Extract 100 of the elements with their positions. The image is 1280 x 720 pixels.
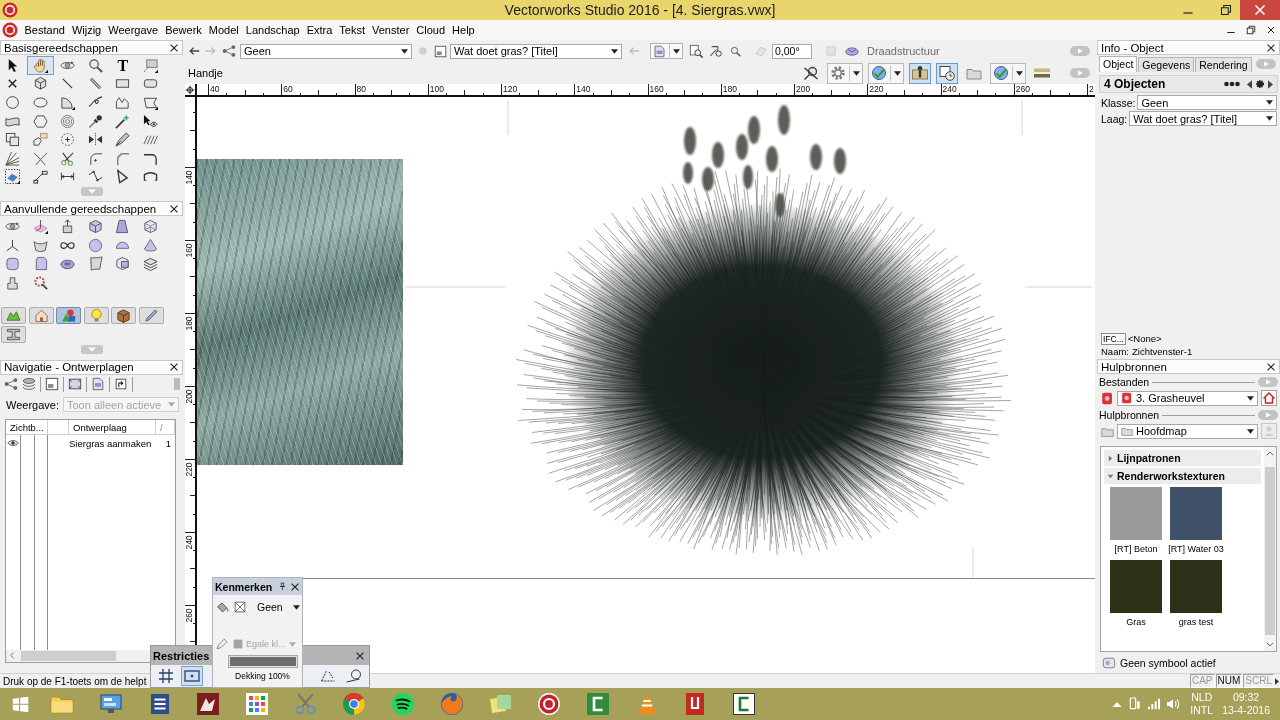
globe-swirl-icon[interactable] bbox=[439, 692, 464, 716]
polyline-icon[interactable] bbox=[115, 95, 131, 110]
restore-icon[interactable] bbox=[1246, 25, 1256, 35]
close-icon[interactable] bbox=[1266, 25, 1276, 35]
bent-surface-icon[interactable] bbox=[87, 256, 103, 272]
dots-icon[interactable] bbox=[1224, 81, 1240, 87]
nodes-icon[interactable] bbox=[222, 44, 236, 58]
previous-arrow-icon[interactable] bbox=[1247, 79, 1252, 89]
segmented-circle-icon[interactable] bbox=[342, 692, 367, 716]
jagged-tile-icon[interactable] bbox=[196, 692, 221, 716]
cube-icon[interactable] bbox=[32, 76, 48, 92]
texture-swatch[interactable] bbox=[1110, 560, 1162, 613]
magnifier-icon[interactable] bbox=[87, 57, 103, 73]
shapes-icon[interactable] bbox=[56, 306, 82, 324]
box-point-icon[interactable] bbox=[181, 666, 203, 686]
property-dropdown[interactable]: Geen bbox=[1137, 95, 1277, 110]
hexagon-icon[interactable] bbox=[32, 113, 48, 129]
app-grid-icon[interactable] bbox=[245, 692, 270, 716]
crate-icon[interactable] bbox=[111, 306, 137, 324]
pointer-eye-icon[interactable] bbox=[142, 113, 158, 129]
angle-field[interactable]: 0,00° bbox=[772, 43, 812, 59]
rounded-box-icon[interactable] bbox=[5, 256, 21, 272]
eyedropper-icon[interactable] bbox=[87, 113, 103, 129]
dot-icon[interactable] bbox=[418, 46, 428, 56]
ring-logo-icon[interactable] bbox=[537, 692, 562, 716]
close-icon[interactable] bbox=[1266, 361, 1276, 372]
next-arrow-icon[interactable] bbox=[1268, 79, 1273, 89]
menu-item[interactable]: Extra bbox=[303, 24, 336, 36]
scrollbar[interactable] bbox=[1264, 447, 1276, 651]
frame-icon[interactable] bbox=[68, 377, 82, 392]
tab[interactable]: Gegevens bbox=[1138, 57, 1195, 72]
menu-item[interactable]: Tekst bbox=[335, 24, 369, 36]
marquee-icon[interactable] bbox=[142, 57, 158, 73]
scissors-icon[interactable] bbox=[60, 150, 76, 166]
gear-magnifier-icon[interactable] bbox=[32, 274, 48, 290]
monitor-icon[interactable] bbox=[99, 692, 124, 716]
mirrored-triangles-icon[interactable] bbox=[87, 132, 103, 148]
sheet-menu-button[interactable] bbox=[650, 43, 683, 59]
nodes-icon[interactable] bbox=[4, 377, 18, 392]
fill-dropdown[interactable]: Geen bbox=[257, 601, 300, 613]
scroll-thumb[interactable] bbox=[1265, 467, 1275, 635]
menu-item[interactable]: Landschap bbox=[242, 24, 304, 36]
pin-icon[interactable] bbox=[278, 582, 287, 591]
group-header[interactable]: Lijnpatronen bbox=[1104, 450, 1261, 466]
magic-wand-icon[interactable] bbox=[115, 113, 131, 129]
folder-dropdown[interactable]: Hoofdmap bbox=[1117, 423, 1258, 439]
speaker-icon[interactable] bbox=[1165, 696, 1182, 712]
close-icon[interactable] bbox=[169, 203, 179, 214]
pencil-icon[interactable] bbox=[216, 638, 228, 650]
texture-swatch[interactable] bbox=[1170, 487, 1222, 540]
dimension-line-icon[interactable] bbox=[32, 169, 48, 185]
cut-cube-icon[interactable] bbox=[115, 256, 131, 272]
texture-swatch[interactable] bbox=[1110, 487, 1162, 540]
triangle-icon[interactable] bbox=[115, 169, 131, 185]
menu-item[interactable]: Bestand bbox=[21, 24, 69, 36]
column-header[interactable]: Ontwerplaag bbox=[69, 419, 156, 434]
magnifier-icon[interactable] bbox=[730, 45, 741, 57]
overlap-squares-icon[interactable] bbox=[5, 132, 21, 148]
column-header[interactable]: / bbox=[156, 419, 175, 434]
menu-item[interactable]: Venster bbox=[368, 24, 413, 36]
toolbar-button[interactable] bbox=[868, 62, 904, 84]
eraser-icon[interactable] bbox=[5, 169, 21, 185]
toolbar-button[interactable] bbox=[990, 62, 1026, 84]
bracket-tile-icon[interactable] bbox=[585, 692, 610, 716]
stamp-icon[interactable] bbox=[5, 274, 21, 290]
windows-icon[interactable] bbox=[12, 695, 29, 713]
group-header[interactable]: Renderworkstexturen bbox=[1104, 468, 1261, 484]
close-icon[interactable] bbox=[169, 42, 179, 53]
polygon-icon[interactable] bbox=[142, 95, 158, 110]
class-dropdown[interactable]: Geen bbox=[240, 43, 412, 59]
menu-item[interactable]: Help bbox=[448, 24, 479, 36]
close-icon[interactable] bbox=[355, 650, 365, 661]
scroll-left-icon[interactable] bbox=[8, 651, 17, 661]
signal-icon[interactable] bbox=[1146, 696, 1163, 712]
paint-bucket-icon[interactable] bbox=[216, 600, 229, 614]
freehand-icon[interactable] bbox=[87, 95, 103, 110]
arc-corner-icon[interactable] bbox=[87, 150, 103, 166]
layer-dropdown[interactable]: Wat doet gras? [Titel] bbox=[450, 43, 622, 59]
close-icon[interactable] bbox=[290, 581, 300, 592]
pentagon-square-icon[interactable] bbox=[32, 132, 48, 148]
scroll-up-icon[interactable] bbox=[1265, 449, 1275, 459]
restore-icon[interactable] bbox=[1220, 4, 1232, 16]
toolbar-button[interactable] bbox=[909, 62, 931, 84]
sphere-icon[interactable] bbox=[87, 237, 103, 253]
property-dropdown[interactable]: Wat doet gras? [Titel] bbox=[1129, 111, 1277, 126]
fan-lines-icon[interactable] bbox=[5, 150, 21, 166]
tab[interactable]: Rendering bbox=[1195, 57, 1252, 72]
zoom-page-icon[interactable] bbox=[689, 44, 703, 58]
back-arrow-icon[interactable] bbox=[188, 45, 200, 57]
stacked-layers-icon[interactable] bbox=[142, 256, 158, 272]
close-icon[interactable] bbox=[169, 362, 179, 373]
oval-icon[interactable] bbox=[32, 95, 48, 110]
dashed-circle-icon[interactable] bbox=[60, 132, 76, 148]
axes-icon[interactable] bbox=[5, 237, 21, 253]
scroll-thumb[interactable] bbox=[21, 650, 116, 661]
menu-item[interactable]: Cloud bbox=[412, 24, 449, 36]
zoom-diagonal-icon[interactable] bbox=[709, 44, 723, 58]
terrain-icon[interactable] bbox=[1, 306, 27, 324]
pencil-icon[interactable] bbox=[138, 306, 164, 324]
tab[interactable]: Object bbox=[1099, 56, 1138, 72]
